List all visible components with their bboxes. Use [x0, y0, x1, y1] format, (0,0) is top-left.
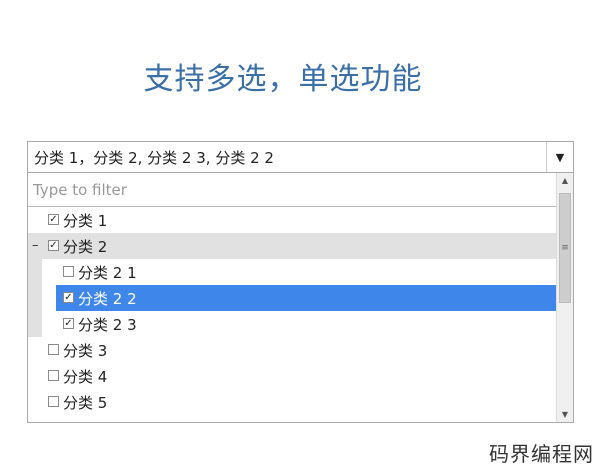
checkbox[interactable]: ✓ — [48, 213, 59, 225]
checkbox[interactable]: ✓ — [48, 239, 59, 251]
scroll-up-icon[interactable]: ▲ — [557, 173, 573, 189]
checkbox[interactable] — [48, 395, 59, 407]
tree-item-category-1[interactable]: ✓ 分类 1 — [28, 207, 558, 233]
tree-item-label: 分类 2 1 — [78, 263, 137, 282]
category-tree: ✓ 分类 1 – ✓ 分类 2 分类 2 1 ✓ 分类 2 2 ✓ 分类 2 3 分类 … — [28, 207, 558, 422]
triangle-down-icon[interactable]: ▼ — [546, 142, 573, 172]
tree-item-category-2-3[interactable]: ✓ 分类 2 3 — [28, 311, 558, 337]
multi-select-box[interactable]: 分类 1，分类 2, 分类 2 3, 分类 2 2 ▼ — [27, 141, 574, 173]
tree-item-category-5[interactable]: 分类 5 — [28, 389, 558, 415]
tree-item-label: 分类 2 3 — [78, 315, 137, 334]
collapse-icon[interactable]: – — [32, 233, 39, 259]
vertical-scrollbar[interactable]: ▲ ≡ ▼ — [556, 173, 573, 422]
scroll-down-icon[interactable]: ▼ — [557, 407, 573, 422]
tree-item-label: 分类 4 — [63, 367, 108, 386]
tree-item-category-2-1[interactable]: 分类 2 1 — [28, 259, 558, 285]
checkbox[interactable] — [48, 343, 59, 355]
tree-item-category-4[interactable]: 分类 4 — [28, 363, 558, 389]
tree-item-category-2[interactable]: – ✓ 分类 2 — [28, 233, 558, 259]
checkbox[interactable]: ✓ — [63, 317, 74, 329]
dropdown-panel: ✓ 分类 1 – ✓ 分类 2 分类 2 1 ✓ 分类 2 2 ✓ 分类 2 3 分类 … — [27, 173, 574, 423]
checkbox[interactable] — [48, 369, 59, 381]
filter-input[interactable] — [28, 173, 558, 207]
tree-item-category-3[interactable]: 分类 3 — [28, 337, 558, 363]
scrollbar-thumb[interactable]: ≡ — [559, 193, 571, 303]
checkbox[interactable]: ✓ — [63, 291, 74, 303]
tree-item-label: 分类 3 — [63, 341, 108, 360]
tree-item-label: 分类 2 — [63, 237, 108, 256]
checkbox[interactable] — [63, 265, 74, 277]
tree-item-category-2-2[interactable]: ✓ 分类 2 2 — [28, 285, 558, 311]
watermark: 码界编程网 — [489, 442, 594, 466]
tree-item-label: 分类 1 — [63, 211, 108, 230]
selected-values: 分类 1，分类 2, 分类 2 3, 分类 2 2 — [34, 149, 274, 167]
tree-item-label: 分类 2 2 — [78, 289, 137, 308]
tree-item-label: 分类 5 — [63, 393, 108, 412]
page-title: 支持多选，单选功能 — [143, 62, 423, 97]
